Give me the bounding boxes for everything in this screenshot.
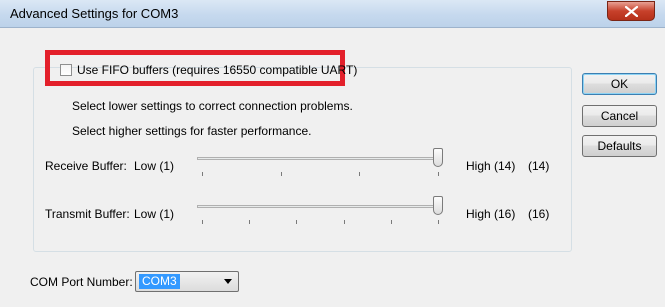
title-bar[interactable]: Advanced Settings for COM3 (0, 0, 665, 28)
transmit-slider-track (197, 205, 443, 208)
ok-button[interactable]: OK (582, 73, 657, 95)
receive-buffer-slider[interactable] (197, 148, 443, 176)
receive-low-label: Low (1) (134, 159, 175, 173)
chevron-down-icon (224, 279, 232, 284)
fifo-label: Use FIFO buffers (requires 16550 compati… (77, 63, 358, 77)
transmit-value: (16) (528, 207, 550, 221)
com-port-label: COM Port Number: (30, 275, 133, 289)
transmit-buffer-label: Transmit Buffer: (45, 207, 130, 221)
window-title: Advanced Settings for COM3 (10, 6, 179, 21)
slider-tick (390, 220, 392, 224)
defaults-button[interactable]: Defaults (582, 135, 657, 157)
fifo-option[interactable]: Use FIFO buffers (requires 16550 compati… (60, 62, 357, 78)
transmit-low-label: Low (1) (134, 207, 175, 221)
com-port-select[interactable]: COM3 (135, 271, 239, 292)
cancel-button[interactable]: Cancel (582, 105, 657, 127)
transmit-high-label: High (16) (466, 207, 516, 221)
slider-tick (438, 220, 439, 224)
receive-slider-track (197, 157, 443, 160)
hint-lower: Select lower settings to correct connect… (72, 99, 353, 113)
receive-buffer-label: Receive Buffer: (45, 159, 127, 173)
slider-tick (202, 172, 203, 176)
receive-high-label: High (14) (466, 159, 516, 173)
close-button[interactable] (607, 1, 655, 21)
close-icon (625, 6, 638, 17)
slider-tick (202, 220, 203, 224)
advanced-settings-dialog: Advanced Settings for COM3 Use FIFO buff… (0, 0, 665, 307)
transmit-slider-thumb[interactable] (433, 196, 443, 215)
slider-tick (296, 220, 298, 224)
receive-slider-thumb[interactable] (433, 148, 443, 167)
slider-tick (249, 220, 251, 224)
slider-tick (438, 172, 439, 176)
fifo-checkbox[interactable] (60, 64, 72, 76)
slider-tick (280, 172, 282, 176)
slider-tick (343, 220, 345, 224)
receive-value: (14) (528, 159, 550, 173)
slider-tick (359, 172, 361, 176)
com-port-selected: COM3 (139, 274, 180, 289)
hint-higher: Select higher settings for faster perfor… (72, 124, 312, 138)
transmit-buffer-slider[interactable] (197, 196, 443, 224)
